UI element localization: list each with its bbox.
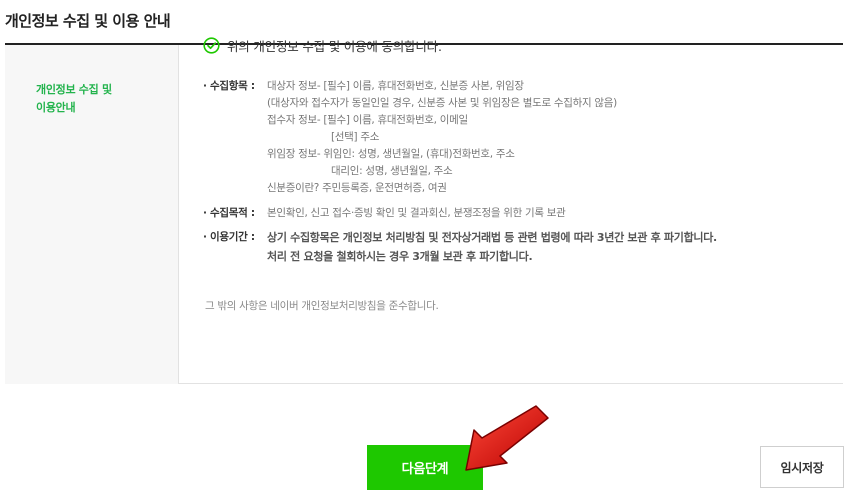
panel-side-column: 개인정보 수집 및 이용안내: [5, 45, 179, 384]
collect-line: 위임장 정보- 위임인: 성명, 생년월일, (휴대)전화번호, 주소: [267, 148, 515, 160]
collect-line: 대상자 정보- [필수] 이름, 휴대전화번호, 신분증 사본, 위임장: [267, 80, 524, 92]
collect-items-row: · 수집항목 : 대상자 정보- [필수] 이름, 휴대전화번호, 신분증 사본…: [203, 78, 717, 197]
section-label-line1: 개인정보 수집 및: [36, 83, 112, 96]
section-label-line2: 이용안내: [36, 101, 76, 114]
purpose-text: 본인확인, 신고 접수·증빙 확인 및 결과회신, 분쟁조정을 위한 기록 보관: [267, 207, 566, 219]
period-heading: · 이용기간 :: [203, 231, 255, 243]
collect-line: 접수자 정보- [필수] 이름, 휴대전화번호, 이메일: [267, 114, 468, 126]
collect-line: 신분증이란? 주민등록증, 운전면허증, 여권: [267, 182, 447, 194]
check-circle-icon[interactable]: [203, 37, 220, 54]
purpose-row: · 수집목적 : 본인확인, 신고 접수·증빙 확인 및 결과회신, 분쟁조정을…: [203, 205, 717, 222]
page-title: 개인정보 수집 및 이용 안내: [5, 12, 171, 30]
consent-label: 위의 개인정보 수집 및 이용에 동의합니다.: [227, 39, 442, 54]
collect-line: (대상자와 접수자가 동일인일 경우, 신분증 사본 및 위임장은 별도로 수집…: [267, 97, 617, 109]
temp-save-button[interactable]: 임시저장: [760, 446, 844, 488]
period-line: 처리 전 요청을 철회하시는 경우 3개월 보관 후 파기합니다.: [267, 250, 533, 263]
period-row: · 이용기간 : 상기 수집항목은 개인정보 처리방침 및 전자상거래법 등 관…: [203, 228, 717, 266]
consent-checkbox[interactable]: 위의 개인정보 수집 및 이용에 동의합니다.: [203, 36, 442, 55]
collect-line: 대리인: 성명, 생년월일, 주소: [331, 165, 453, 177]
period-line: 상기 수집항목은 개인정보 처리방침 및 전자상거래법 등 관련 법령에 따라 …: [267, 231, 717, 244]
policy-details: · 수집항목 : 대상자 정보- [필수] 이름, 휴대전화번호, 신분증 사본…: [203, 78, 717, 266]
purpose-heading: · 수집목적 :: [203, 207, 255, 219]
collect-items-heading: · 수집항목 :: [203, 80, 255, 92]
policy-note: 그 밖의 사항은 네이버 개인정보처리방침을 준수합니다.: [205, 300, 439, 312]
red-arrow-pointer-icon: [465, 405, 549, 471]
section-label: 개인정보 수집 및 이용안내: [36, 81, 146, 117]
collect-line: [선택] 주소: [331, 131, 380, 143]
